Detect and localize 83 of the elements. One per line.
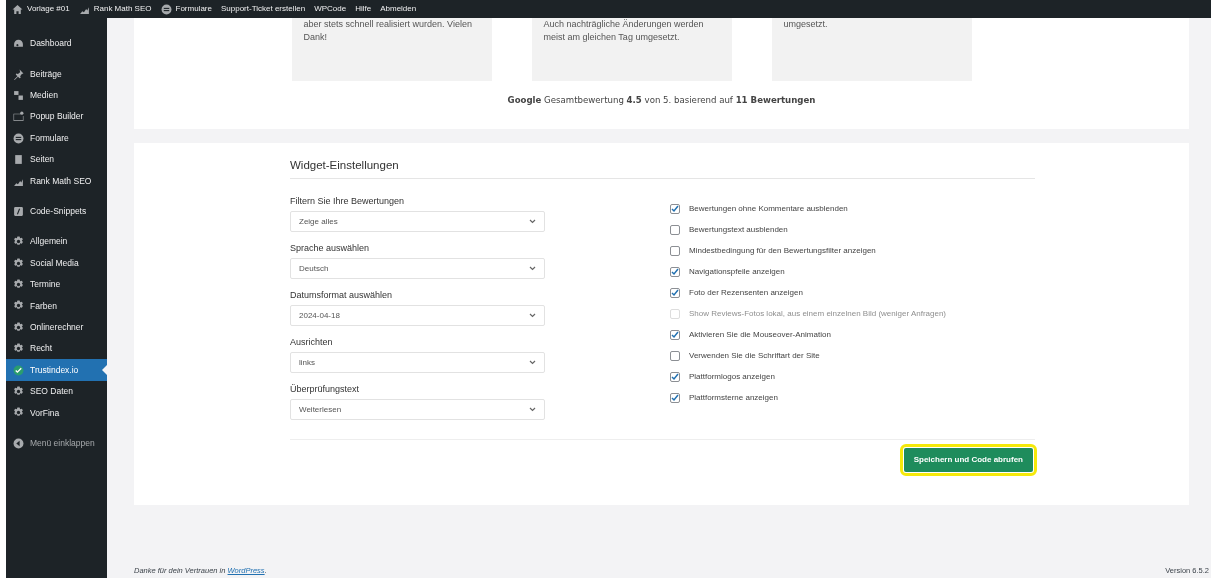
gear-icon: [13, 236, 24, 248]
sidebar-item[interactable]: Dashboard: [6, 33, 107, 55]
gear-icon: [13, 279, 24, 291]
review-text: umgesetzt.: [783, 18, 829, 31]
admin-bar-link[interactable]: Vorlage #01: [27, 3, 70, 15]
admin-bar-link[interactable]: Rank Math SEO: [93, 3, 152, 15]
checkbox-label: Aktivieren Sie die Mouseover-Animation: [689, 328, 831, 341]
checkbox[interactable]: [670, 392, 680, 403]
checkbox[interactable]: [670, 371, 680, 382]
form-icon: [160, 3, 172, 15]
field-label: Filtern Sie Ihre Bewertungen: [290, 196, 406, 207]
home-icon: [12, 3, 23, 15]
sidebar-item[interactable]: Medien: [6, 84, 107, 107]
gear-icon: [13, 407, 24, 419]
form-icon: [13, 132, 24, 144]
page-icon: [13, 154, 24, 166]
sidebar-item[interactable]: Onlinerechner: [6, 316, 107, 339]
sidebar-item[interactable]: Allgemein: [6, 231, 107, 253]
checkbox-label: Verwenden Sie die Schriftart der Site: [689, 349, 820, 362]
checkbox[interactable]: [670, 224, 680, 235]
checkbox[interactable]: [670, 245, 680, 256]
field-label: Datumsformat auswählen: [290, 290, 394, 301]
chevron-down-icon: [529, 266, 536, 271]
sidebar-item[interactable]: Termine: [6, 273, 107, 296]
sidebar-item[interactable]: Rank Math SEO: [6, 170, 107, 192]
field-label: Ausrichten: [290, 337, 334, 348]
sidebar-item[interactable]: SEO Daten: [6, 380, 107, 403]
select-field[interactable]: Deutsch: [290, 258, 545, 279]
checkbox-label: Mindestbedingung für den Bewertungsfilter anzeigen: [689, 244, 876, 257]
gear-icon: [13, 343, 24, 355]
review-text: aber stets schnell realisiert wurden. Vielen Dank!: [303, 18, 473, 44]
field-label: Sprache auswählen: [290, 243, 371, 254]
sidebar-item[interactable]: Formulare: [6, 127, 107, 149]
gear-icon: [13, 321, 24, 333]
checkbox[interactable]: [670, 266, 680, 277]
collapse-icon: [13, 437, 24, 449]
gear-icon: [13, 386, 24, 398]
sidebar-item[interactable]: Seiten: [6, 148, 107, 171]
select-field[interactable]: links: [290, 352, 545, 373]
sidebar-item[interactable]: Social Media: [6, 252, 107, 274]
code-icon: [13, 205, 24, 217]
sidebar-item[interactable]: Code-Snippets: [6, 200, 107, 223]
sidebar-item[interactable]: Recht: [6, 338, 107, 360]
check-icon: [13, 364, 24, 376]
pin-icon: [13, 68, 24, 80]
checkbox[interactable]: [670, 329, 680, 340]
checkbox-label: Bewertungstext ausblenden: [689, 223, 788, 236]
gear-icon: [13, 300, 24, 312]
review-text: Auch nachträgliche Änderungen werden meist am gleichen Tag umgesetzt.: [543, 18, 705, 44]
checkbox-label: Navigationspfeile anzeigen: [689, 265, 785, 278]
admin-bar-link[interactable]: Support-Ticket erstellen: [220, 3, 306, 15]
checkbox-label: Plattformlogos anzeigen: [689, 370, 775, 383]
field-label: Überprüfungstext: [290, 384, 361, 395]
checkbox-label: Plattformsterne anzeigen: [689, 391, 778, 404]
admin-bar-link[interactable]: WPCode: [314, 3, 347, 15]
checkbox[interactable]: [670, 287, 680, 298]
chevron-down-icon: [529, 360, 536, 365]
checkbox[interactable]: [670, 350, 680, 361]
popup-icon: [13, 111, 24, 123]
rating-summary: Google Gesamtbewertung 4.5 von 5. basierend auf 11 Bewertungen: [507, 94, 816, 107]
chevron-down-icon: [529, 219, 536, 224]
chevron-down-icon: [529, 313, 536, 318]
checkbox-label: Foto der Rezensenten anzeigen: [689, 286, 803, 299]
sidebar-item[interactable]: Farben: [6, 295, 107, 317]
admin-bar-link[interactable]: Abmelden: [380, 3, 417, 15]
select-field[interactable]: Zeige alles: [290, 211, 545, 232]
settings-title: Widget-Einstellungen: [290, 158, 1035, 179]
admin-bar-link[interactable]: Hilfe: [355, 3, 372, 15]
select-field[interactable]: 2024-04-18: [290, 305, 545, 326]
sidebar-item[interactable]: Beiträge: [6, 63, 107, 85]
checkbox[interactable]: [670, 203, 680, 214]
sidebar-item[interactable]: Trustindex.io: [6, 359, 107, 381]
sidebar-item[interactable]: VorFina: [6, 402, 107, 424]
gauge-icon: [13, 38, 24, 50]
checkbox-label: Show Reviews-Fotos lokal, aus einem einzelnen Bild (weniger Anfragen): [689, 307, 947, 320]
admin-bar-link[interactable]: Formulare: [175, 3, 212, 15]
select-field[interactable]: Weiterlesen: [290, 399, 545, 420]
collapse-menu-button[interactable]: Menü einklappen: [6, 432, 107, 455]
checkbox-label: Bewertungen ohne Kommentare ausblenden: [689, 202, 848, 215]
chevron-down-icon: [529, 407, 536, 412]
sidebar-item[interactable]: Popup Builder: [6, 106, 107, 128]
media-icon: [13, 89, 24, 101]
gear-icon: [13, 257, 24, 269]
